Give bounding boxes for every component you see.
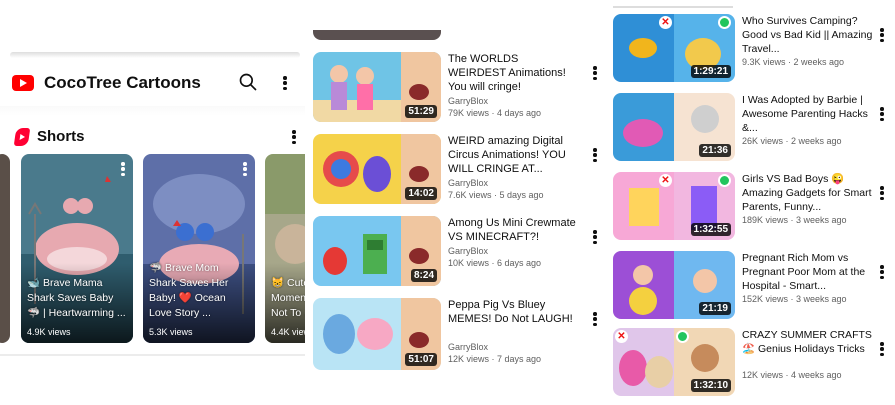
video-thumbnail[interactable]: 14:02	[313, 134, 441, 204]
video-more-icon[interactable]	[593, 66, 597, 80]
channel-panel: CocoTree Cartoons Shorts 🐋 Brave Mama Sh…	[0, 0, 305, 405]
short-more-icon[interactable]	[121, 162, 125, 176]
video-thumbnail[interactable]: 51:07	[313, 298, 441, 370]
good-mark-icon	[718, 174, 731, 187]
video-thumbnail[interactable]: ✕ 1:29:21	[613, 14, 735, 82]
video-title: Pregnant Rich Mom vs Pregnant Poor Mom a…	[742, 252, 866, 292]
short-title: 🦈 Brave Mom Shark Saves Her Baby! ❤️ Oce…	[149, 262, 229, 319]
video-thumbnail-partial[interactable]	[313, 30, 441, 40]
bad-mark-icon: ✕	[659, 174, 672, 187]
video-thumbnail[interactable]: 21:36	[613, 93, 735, 161]
video-row[interactable]: 14:02 WEIRD amazing Digital Circus Anima…	[313, 134, 603, 204]
video-duration: 51:29	[405, 105, 437, 118]
video-title: Who Survives Camping? Good vs Bad Kid ||…	[742, 15, 873, 55]
video-row[interactable]: ✕ 1:32:55 Girls VS Bad Boys 😜 Amazing Ga…	[613, 172, 893, 240]
short-more-icon[interactable]	[243, 162, 247, 176]
video-title: WEIRD amazing Digital Circus Animations!…	[448, 135, 566, 175]
top-edge	[10, 52, 300, 58]
youtube-logo-icon	[12, 75, 34, 91]
video-row[interactable]: 21:36 I Was Adopted by Barbie | Awesome …	[613, 93, 893, 161]
shorts-icon	[13, 128, 31, 146]
video-row[interactable]: 51:29 The WORLDS WEIRDEST Animations! Yo…	[313, 52, 603, 122]
video-row[interactable]: ✕ 1:29:21 Who Survives Camping? Good vs …	[613, 14, 893, 82]
video-row[interactable]: 8:24 Among Us Mini Crewmate VS MINECRAFT…	[313, 216, 603, 286]
search-icon[interactable]	[238, 72, 258, 92]
divider	[0, 106, 305, 116]
video-duration: 51:07	[405, 353, 437, 366]
video-duration: 21:19	[699, 302, 731, 315]
short-views: 5.3K views	[149, 327, 193, 337]
video-more-icon[interactable]	[880, 265, 884, 279]
video-more-icon[interactable]	[593, 148, 597, 162]
video-meta: 9.3K views · 2 weeks ago	[742, 57, 845, 67]
video-thumbnail[interactable]: 51:29	[313, 52, 441, 122]
video-row[interactable]: 51:07 Peppa Pig Vs Bluey MEMES! Do Not L…	[313, 298, 603, 370]
video-duration: 1:29:21	[690, 65, 731, 78]
short-title: 😸 Cute Moments Not To ...	[271, 277, 305, 319]
channel-header: CocoTree Cartoons	[0, 62, 305, 106]
video-title: CRAZY SUMMER CRAFTS 🏖️ Genius Holidays T…	[742, 329, 872, 355]
short-card[interactable]: 😸 Cute Moments Not To ... 4.4K views	[265, 154, 305, 343]
video-title: The WORLDS WEIRDEST Animations! You will…	[448, 53, 566, 93]
short-card[interactable]: 🦈 Brave Mom Shark Saves Her Baby! ❤️ Oce…	[143, 154, 255, 343]
short-card[interactable]: 🐋 Brave Mama Shark Saves Baby 🦈 | Heartw…	[21, 154, 133, 343]
video-duration: 1:32:55	[690, 223, 731, 236]
video-channel: GarryBlox	[448, 178, 489, 188]
shorts-more-icon[interactable]	[292, 130, 296, 144]
good-mark-icon	[676, 330, 689, 343]
video-list-panel: ✕ 1:29:21 Who Survives Camping? Good vs …	[605, 0, 895, 405]
more-options-icon[interactable]	[283, 76, 287, 90]
shorts-title: Shorts	[37, 128, 85, 145]
video-meta: 152K views · 3 weeks ago	[742, 294, 847, 304]
video-title: Peppa Pig Vs Bluey MEMES! Do Not LAUGH!	[448, 299, 573, 325]
short-views: 4.4K views	[271, 327, 305, 337]
video-more-icon[interactable]	[880, 342, 884, 356]
video-more-icon[interactable]	[880, 28, 884, 42]
channel-title: CocoTree Cartoons	[44, 73, 201, 92]
video-meta: 26K views · 2 weeks ago	[742, 136, 842, 146]
video-duration: 1:32:10	[690, 379, 731, 392]
video-more-icon[interactable]	[593, 230, 597, 244]
short-title: 🐋 Brave Mama Shark Saves Baby 🦈 | Heartw…	[27, 277, 126, 319]
bad-mark-icon: ✕	[615, 330, 628, 343]
video-duration: 21:36	[699, 144, 731, 157]
video-more-icon[interactable]	[593, 312, 597, 326]
video-channel: GarryBlox	[448, 96, 489, 106]
video-duration: 8:24	[410, 269, 437, 282]
video-meta: 12K views · 7 days ago	[448, 354, 542, 364]
good-mark-icon	[718, 16, 731, 29]
video-meta: 189K views · 3 weeks ago	[742, 215, 847, 225]
video-row[interactable]: 21:19 Pregnant Rich Mom vs Pregnant Poor…	[613, 251, 893, 319]
shorts-header: Shorts	[0, 126, 305, 148]
video-more-icon[interactable]	[880, 107, 884, 121]
bad-mark-icon: ✕	[659, 16, 672, 29]
video-title: I Was Adopted by Barbie | Awesome Parent…	[742, 94, 868, 134]
video-meta: 7.6K views · 5 days ago	[448, 190, 544, 200]
video-title: Among Us Mini Crewmate VS MINECRAFT?!	[448, 217, 576, 243]
video-channel: GarryBlox	[448, 246, 489, 256]
video-more-icon[interactable]	[880, 186, 884, 200]
video-channel: GarryBlox	[448, 342, 489, 352]
video-meta: 12K views · 4 weeks ago	[742, 370, 842, 380]
short-card-partial[interactable]	[0, 154, 10, 343]
video-list-panel: 51:29 The WORLDS WEIRDEST Animations! Yo…	[305, 0, 605, 405]
video-meta: 10K views · 6 days ago	[448, 258, 542, 268]
video-thumbnail[interactable]: ✕ 1:32:10	[613, 328, 735, 396]
video-thumbnail[interactable]: 21:19	[613, 251, 735, 319]
short-views: 4.9K views	[27, 327, 71, 337]
video-thumbnail[interactable]: 8:24	[313, 216, 441, 286]
video-title: Girls VS Bad Boys 😜 Amazing Gadgets for …	[742, 173, 872, 213]
video-row[interactable]: ✕ 1:32:10 CRAZY SUMMER CRAFTS 🏖️ Genius …	[613, 328, 893, 396]
divider	[0, 354, 305, 356]
top-edge	[613, 6, 733, 8]
video-thumbnail[interactable]: ✕ 1:32:55	[613, 172, 735, 240]
video-duration: 14:02	[405, 187, 437, 200]
video-meta: 79K views · 4 days ago	[448, 108, 542, 118]
